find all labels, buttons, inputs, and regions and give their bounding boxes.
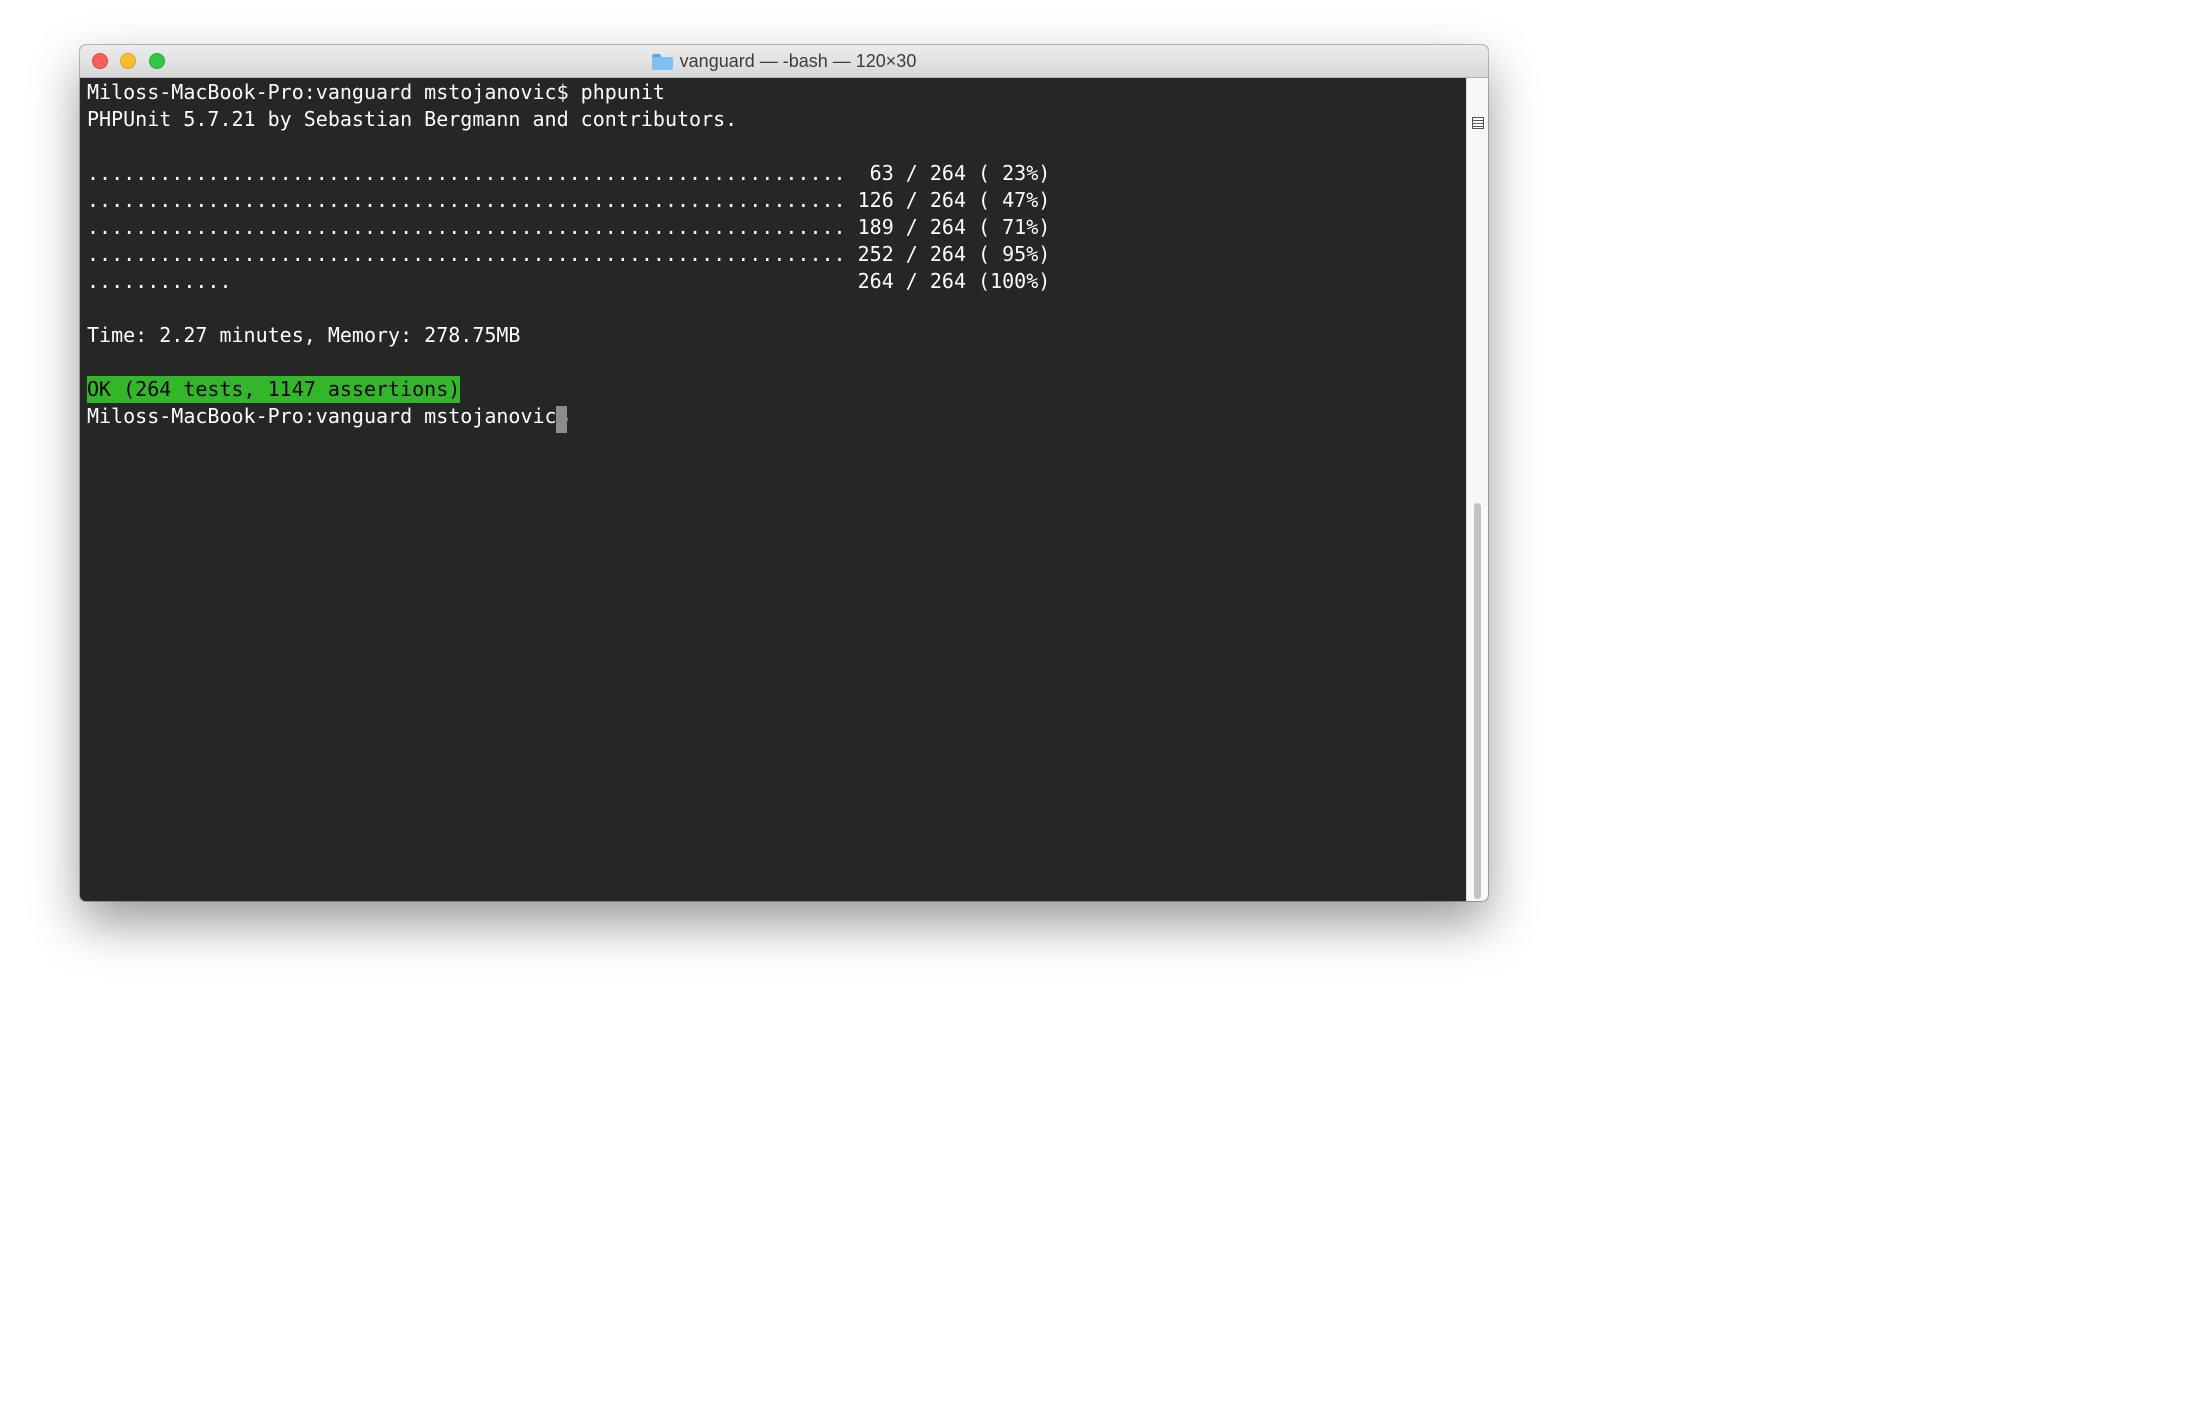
- scrollbar-thumb[interactable]: [1474, 503, 1481, 899]
- vertical-scrollbar[interactable]: [1466, 78, 1488, 901]
- terminal-line-prompt-command: Miloss-MacBook-Pro:vanguard mstojanovic$…: [87, 80, 665, 104]
- window-title-text: vanguard — -bash — 120×30: [679, 51, 917, 71]
- text-cursor: [556, 406, 567, 433]
- terminal-line-progress-5: ............ 264 / 264 (100%): [87, 269, 1051, 293]
- folder-icon: [651, 53, 673, 70]
- title-bar[interactable]: vanguard — -bash — 120×30: [80, 45, 1488, 78]
- terminal-line-phpunit-version: PHPUnit 5.7.21 by Sebastian Bergmann and…: [87, 107, 738, 131]
- terminal-output[interactable]: Miloss-MacBook-Pro:vanguard mstojanovic$…: [80, 78, 1466, 901]
- terminal-window: vanguard — -bash — 120×30 Miloss-MacBook…: [80, 45, 1488, 901]
- terminal-line-time-memory: Time: 2.27 minutes, Memory: 278.75MB: [87, 323, 521, 347]
- terminal-line-prompt: Miloss-MacBook-Pro:vanguard mstojanovic$: [87, 404, 581, 428]
- window-title: vanguard — -bash — 120×30: [80, 45, 1488, 78]
- terminal-line-progress-1: ........................................…: [87, 161, 1051, 185]
- terminal-line-ok-result: OK (264 tests, 1147 assertions): [87, 376, 461, 403]
- terminal-line-progress-3: ........................................…: [87, 215, 1051, 239]
- split-pane-icon[interactable]: [1472, 117, 1484, 129]
- terminal-line-progress-4: ........................................…: [87, 242, 1051, 266]
- terminal-line-progress-2: ........................................…: [87, 188, 1051, 212]
